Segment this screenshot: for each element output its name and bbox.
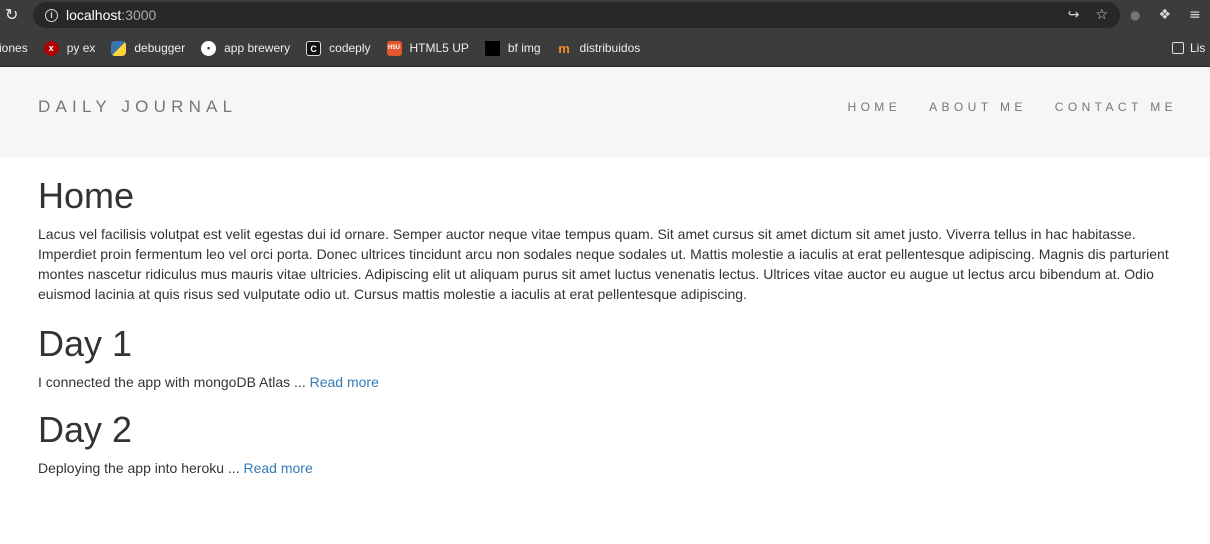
read-more-link[interactable]: Read more — [243, 460, 312, 476]
codeply-icon: C — [306, 40, 322, 56]
reading-list-label: Lis — [1190, 41, 1206, 55]
bookmark-label: codeply — [329, 41, 371, 55]
bookmark-item[interactable]: m distribuidos — [557, 40, 641, 56]
star-icon[interactable]: ☆ — [1095, 8, 1108, 22]
bookmark-item[interactable]: x py ex — [43, 40, 96, 56]
read-more-link[interactable]: Read more — [310, 374, 379, 390]
red-circle-icon: x — [43, 40, 59, 56]
bookmark-label: debugger — [134, 41, 186, 55]
bookmark-label: app brewery — [224, 41, 291, 55]
post-title: Day 1 — [38, 323, 133, 364]
browser-toolbar: ↻ i localhost:3000 ↪ ☆ ● ❖ ≡ — [0, 0, 1210, 30]
address-bar[interactable]: i localhost:3000 ↪ ☆ — [33, 2, 1120, 28]
post-excerpt-text: I connected the app with mongoDB Atlas .… — [38, 374, 310, 390]
page-title: Home — [38, 175, 135, 216]
bf-img-icon — [484, 40, 500, 56]
bookmark-item[interactable]: debugger — [111, 40, 186, 56]
bookmark-label: bf img — [507, 41, 541, 55]
reading-list[interactable]: Lis — [1172, 30, 1205, 66]
url-text: localhost:3000 — [66, 7, 156, 23]
extension-dot-icon[interactable]: ● — [1130, 8, 1140, 22]
app-brewery-icon: • — [201, 40, 217, 56]
menu-icon[interactable]: ≡ — [1189, 8, 1201, 22]
bookmark-label: iones — [0, 41, 28, 55]
reload-icon[interactable]: ↻ — [5, 7, 19, 23]
share-icon[interactable]: ↪ — [1068, 8, 1080, 22]
url-host: localhost — [66, 7, 122, 23]
reading-list-icon — [1172, 42, 1184, 54]
bookmark-item[interactable]: iones — [0, 41, 28, 55]
main-content: Home Lacus vel facilisis volutpat est ve… — [0, 177, 1210, 478]
post-excerpt: I connected the app with mongoDB Atlas .… — [38, 372, 1172, 392]
bookmark-label: py ex — [66, 41, 96, 55]
brand-link[interactable]: DAILY JOURNAL — [38, 97, 237, 117]
bookmark-item[interactable]: • app brewery — [201, 40, 291, 56]
url-port: :3000 — [121, 7, 157, 23]
nav-links: HOME ABOUT ME CONTACT ME — [820, 100, 1178, 114]
site-navbar: DAILY JOURNAL HOME ABOUT ME CONTACT ME — [0, 67, 1210, 157]
nav-about-link[interactable]: ABOUT ME — [929, 100, 1027, 114]
bookmark-item[interactable]: bf img — [484, 40, 541, 56]
bookmark-item[interactable]: C codeply — [306, 40, 371, 56]
site-info-icon[interactable]: i — [45, 8, 58, 22]
nav-contact-link[interactable]: CONTACT ME — [1055, 100, 1177, 114]
distribuidos-icon: m — [558, 40, 570, 56]
post-excerpt: Deploying the app into heroku ... Read m… — [38, 458, 1172, 478]
post-excerpt-text: Deploying the app into heroku ... — [38, 460, 244, 476]
python-icon — [111, 40, 127, 56]
puzzle-icon[interactable]: ❖ — [1158, 8, 1171, 22]
intro-paragraph: Lacus vel facilisis volutpat est velit e… — [38, 226, 1169, 302]
bookmarks-bar: iones x py ex debugger • app brewery C c… — [0, 30, 1210, 67]
html5up-icon: H5U — [386, 40, 402, 56]
bookmark-label: distribuidos — [579, 41, 641, 55]
bookmark-item[interactable]: H5U HTML5 UP — [386, 40, 469, 56]
nav-home-link[interactable]: HOME — [848, 100, 902, 114]
bookmark-label: HTML5 UP — [409, 41, 469, 55]
post-title: Day 2 — [38, 409, 133, 450]
